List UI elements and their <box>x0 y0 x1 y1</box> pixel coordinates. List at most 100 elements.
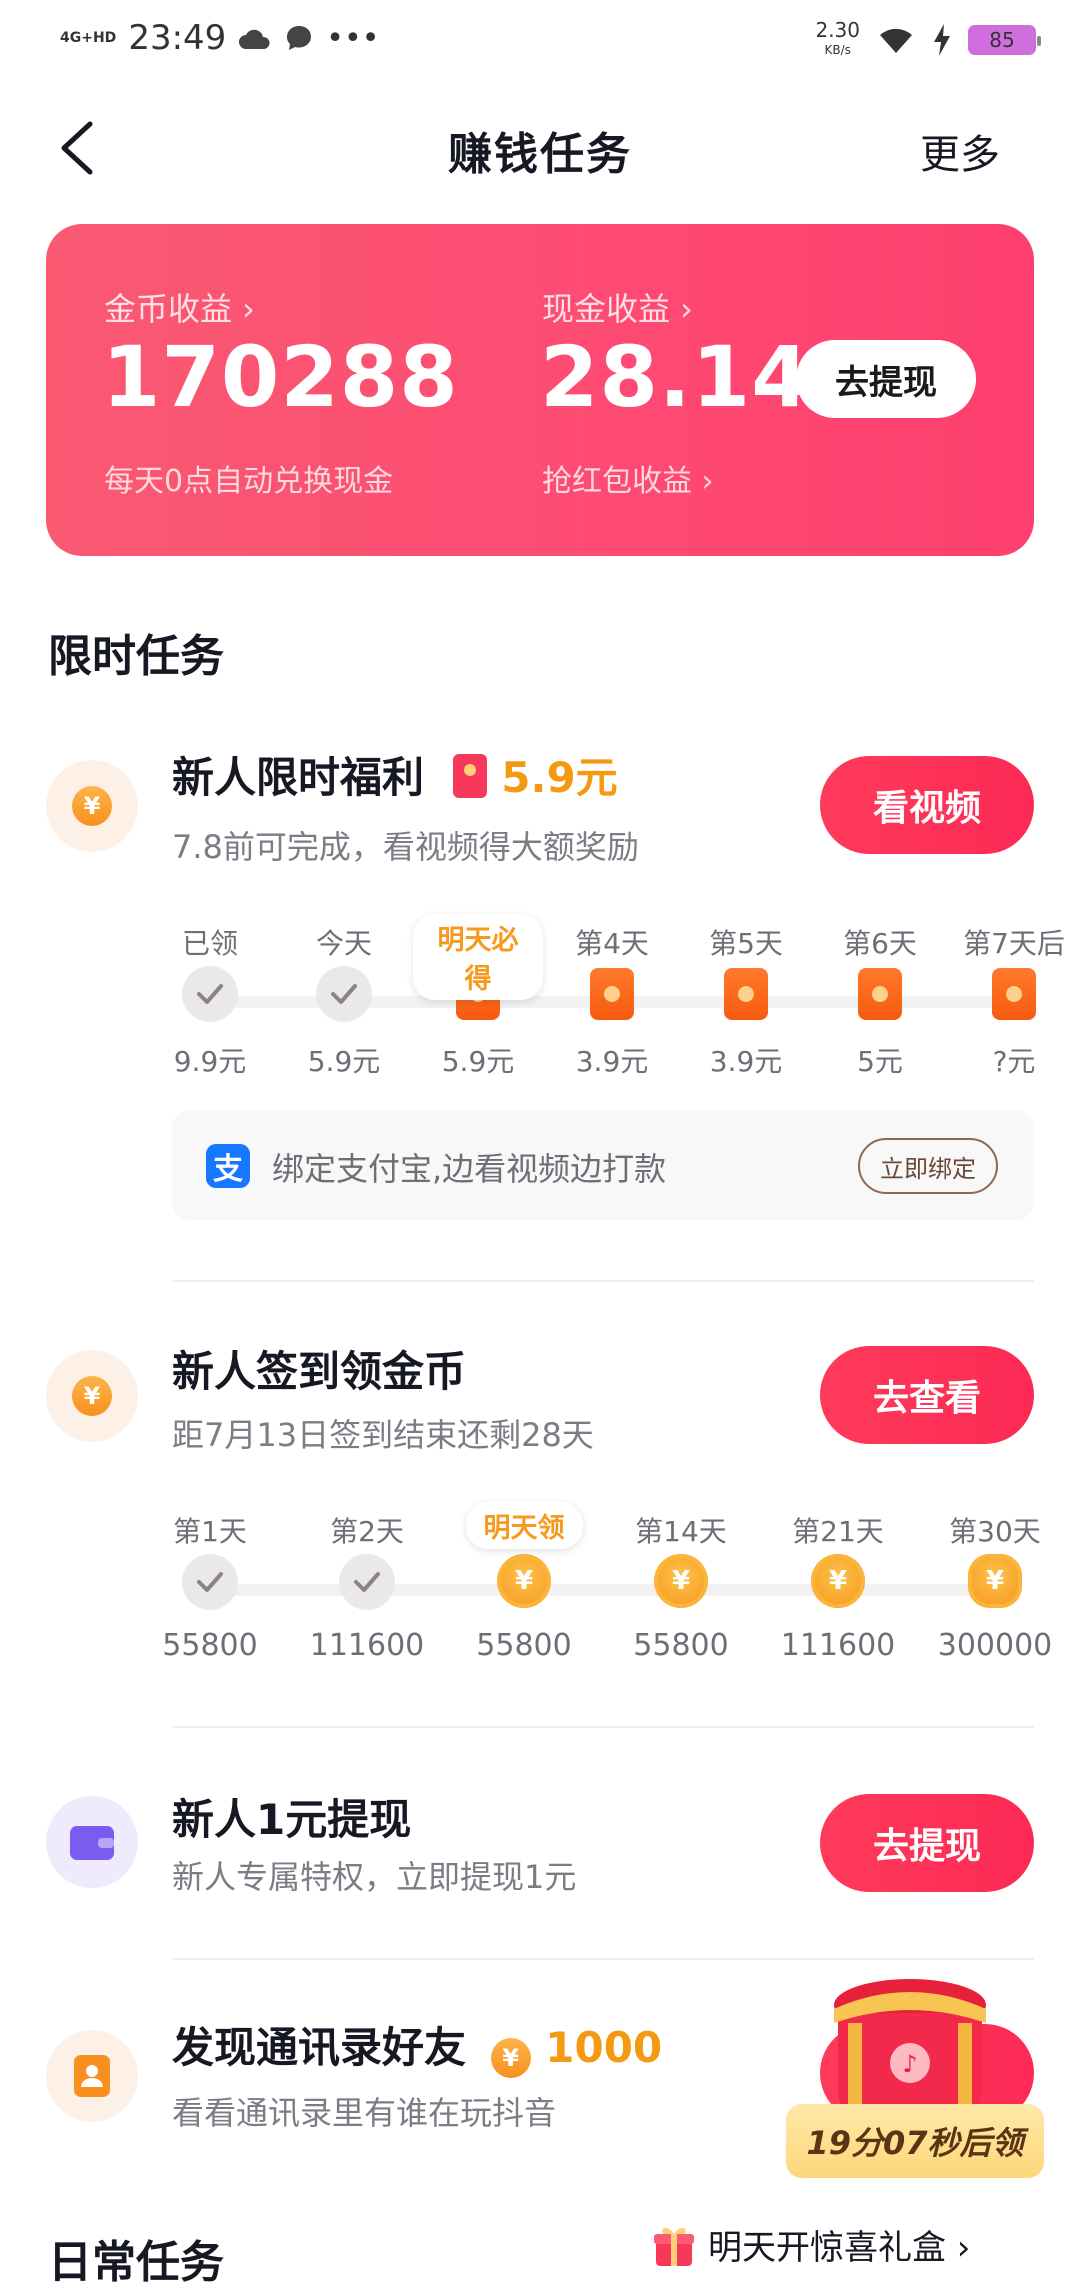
step-day-label: 已领 <box>181 927 238 960</box>
divider <box>172 1958 1034 1960</box>
step-highlight-bubble: 明天领 <box>465 1502 583 1549</box>
step-value: 111600 <box>309 1628 425 1663</box>
step-value: 300000 <box>937 1628 1053 1663</box>
step-value: 111600 <box>780 1628 896 1663</box>
withdraw-button[interactable]: 去提现 <box>796 340 976 418</box>
progress-step: 今天 5.9元 <box>279 922 409 1080</box>
coin-icon: ¥ <box>490 2038 531 2078</box>
step-day-label: 第6天 <box>843 927 917 960</box>
step-day-label: 今天 <box>315 927 372 960</box>
view-checkin-button[interactable]: 去查看 <box>820 1346 1034 1444</box>
charging-icon <box>934 24 950 56</box>
coin-icon: ¥ <box>654 1554 708 1608</box>
step-value: 55800 <box>162 1628 258 1663</box>
battery-indicator: 85 <box>968 25 1041 55</box>
cash-earnings-label[interactable]: 现金收益 › <box>542 284 693 330</box>
red-envelope-icon <box>992 968 1036 1020</box>
step-day-label: 第5天 <box>709 927 783 960</box>
coin-earnings-label[interactable]: 金币收益 › <box>104 284 255 330</box>
progress-step: 第6天 5元 <box>815 922 945 1080</box>
task-newbie-reward: 5.9元 <box>501 753 618 802</box>
progress-step: 第4天 3.9元 <box>547 922 677 1080</box>
progress-step: 明天领 ¥55800 <box>459 1502 589 1663</box>
alipay-bind-banner[interactable]: 支 绑定支付宝,边看视频边打款 立即绑定 <box>172 1110 1034 1220</box>
task-checkin-desc: 距7月13日签到结束还剩28天 <box>172 1416 594 1454</box>
red-envelope-icon <box>724 968 768 1020</box>
step-value: 9.9元 <box>173 1045 247 1078</box>
svg-text:♪: ♪ <box>902 2050 917 2078</box>
message-icon <box>287 26 312 50</box>
withdraw-1yuan-button[interactable]: 去提现 <box>820 1794 1034 1892</box>
step-day-label: 第21天 <box>792 1515 884 1548</box>
status-time: 23:49 <box>128 18 227 58</box>
step-value: 3.9元 <box>709 1045 783 1078</box>
red-packet-earnings-link[interactable]: 抢红包收益 › <box>542 456 714 500</box>
progress-step: 第14天 ¥55800 <box>616 1510 746 1663</box>
yuan-coin-icon: ¥ <box>46 1350 138 1442</box>
red-envelope-icon <box>858 968 902 1020</box>
step-highlight-bubble: 明天必得 <box>413 914 543 1000</box>
progress-step: 第1天 55800 <box>145 1510 275 1663</box>
divider <box>172 1280 1034 1282</box>
coin-stack-icon: ¥ <box>968 1554 1022 1608</box>
task-contacts-desc: 看看通讯录里有谁在玩抖音 <box>172 2094 557 2132</box>
step-day-label: 第30天 <box>949 1515 1041 1548</box>
step-value: ?元 <box>992 1045 1036 1078</box>
check-icon <box>316 966 372 1022</box>
divider <box>172 1726 1034 1728</box>
coin-icon: ¥ <box>811 1554 865 1608</box>
step-day-label: 第7天后 <box>963 927 1065 960</box>
progress-step: 已领 9.9元 <box>145 922 275 1080</box>
step-day-label: 明天必得 <box>413 914 543 1000</box>
alipay-bind-text: 绑定支付宝,边看视频边打款 <box>272 1150 667 1188</box>
task-withdraw-desc: 新人专属特权，立即提现1元 <box>172 1858 577 1896</box>
more-button[interactable]: 更多 <box>920 122 1000 180</box>
gift-icon <box>654 2227 694 2266</box>
coin-earnings-value: 170288 <box>102 328 459 426</box>
red-envelope-icon <box>590 968 634 1020</box>
step-value: 55800 <box>476 1628 572 1663</box>
step-value: 5.9元 <box>441 1045 515 1078</box>
cloud-icon <box>239 29 270 49</box>
contacts-icon <box>46 2030 138 2122</box>
progress-step: 第2天 111600 <box>302 1510 432 1663</box>
task-contacts-reward: 1000 <box>545 2023 663 2072</box>
progress-step: 第30天 ¥300000 <box>930 1510 1060 1663</box>
earnings-card: 金币收益 › 170288 每天0点自动兑换现金 现金收益 › 28.14 抢红… <box>46 224 1034 556</box>
network-indicator: 4G+HD <box>60 30 117 46</box>
surprise-gift-text: 明天开惊喜礼盒 › <box>708 2227 971 2268</box>
check-icon <box>182 966 238 1022</box>
nav-bar: 赚钱任务 更多 <box>0 100 1080 200</box>
coin-exchange-note: 每天0点自动兑换现金 <box>104 464 394 499</box>
wifi-icon <box>880 28 912 53</box>
task-checkin-title: 新人签到领金币 <box>172 1347 467 1396</box>
step-value: 3.9元 <box>575 1045 649 1078</box>
status-bar: 4G+HD 23:49 ••• 2.30 KB/s 85 <box>0 0 1080 90</box>
task-newbie-desc: 7.8前可完成，看视频得大额奖励 <box>172 828 639 866</box>
step-day-label: 第14天 <box>635 1515 727 1548</box>
task-contacts-title: 发现通讯录好友 ¥ 1000 <box>172 2014 662 2078</box>
check-icon <box>339 1554 395 1610</box>
red-packet-icon <box>452 754 487 798</box>
step-day-label: 第4天 <box>575 927 649 960</box>
surprise-gift-link[interactable]: 明天开惊喜礼盒 › <box>650 2208 970 2280</box>
watch-video-button[interactable]: 看视频 <box>820 756 1034 854</box>
cash-earnings-value: 28.14 <box>540 328 811 426</box>
step-value: 5.9元 <box>307 1045 381 1078</box>
gift-countdown: 19分07秒后领 <box>786 2104 1044 2178</box>
step-value: 55800 <box>633 1628 729 1663</box>
step-day-label: 第1天 <box>173 1515 247 1548</box>
bind-now-button[interactable]: 立即绑定 <box>858 1138 998 1194</box>
more-dots-icon: ••• <box>326 20 380 56</box>
daily-tasks-title: 日常任务 <box>48 2237 224 2288</box>
network-speed: 2.30 KB/s <box>815 18 860 57</box>
step-day-label: 明天领 <box>459 1502 589 1550</box>
task-withdraw-title: 新人1元提现 <box>172 1795 412 1844</box>
page-title: 赚钱任务 <box>448 129 632 180</box>
alipay-icon: 支 <box>206 1144 250 1188</box>
check-icon <box>182 1554 238 1610</box>
coin-icon: ¥ <box>497 1554 551 1608</box>
task-newbie-benefit-title: 新人限时福利 5.9元 <box>172 753 618 802</box>
progress-step: 明天必得 5.9元 <box>413 914 543 1080</box>
limited-tasks-title: 限时任务 <box>48 631 224 682</box>
